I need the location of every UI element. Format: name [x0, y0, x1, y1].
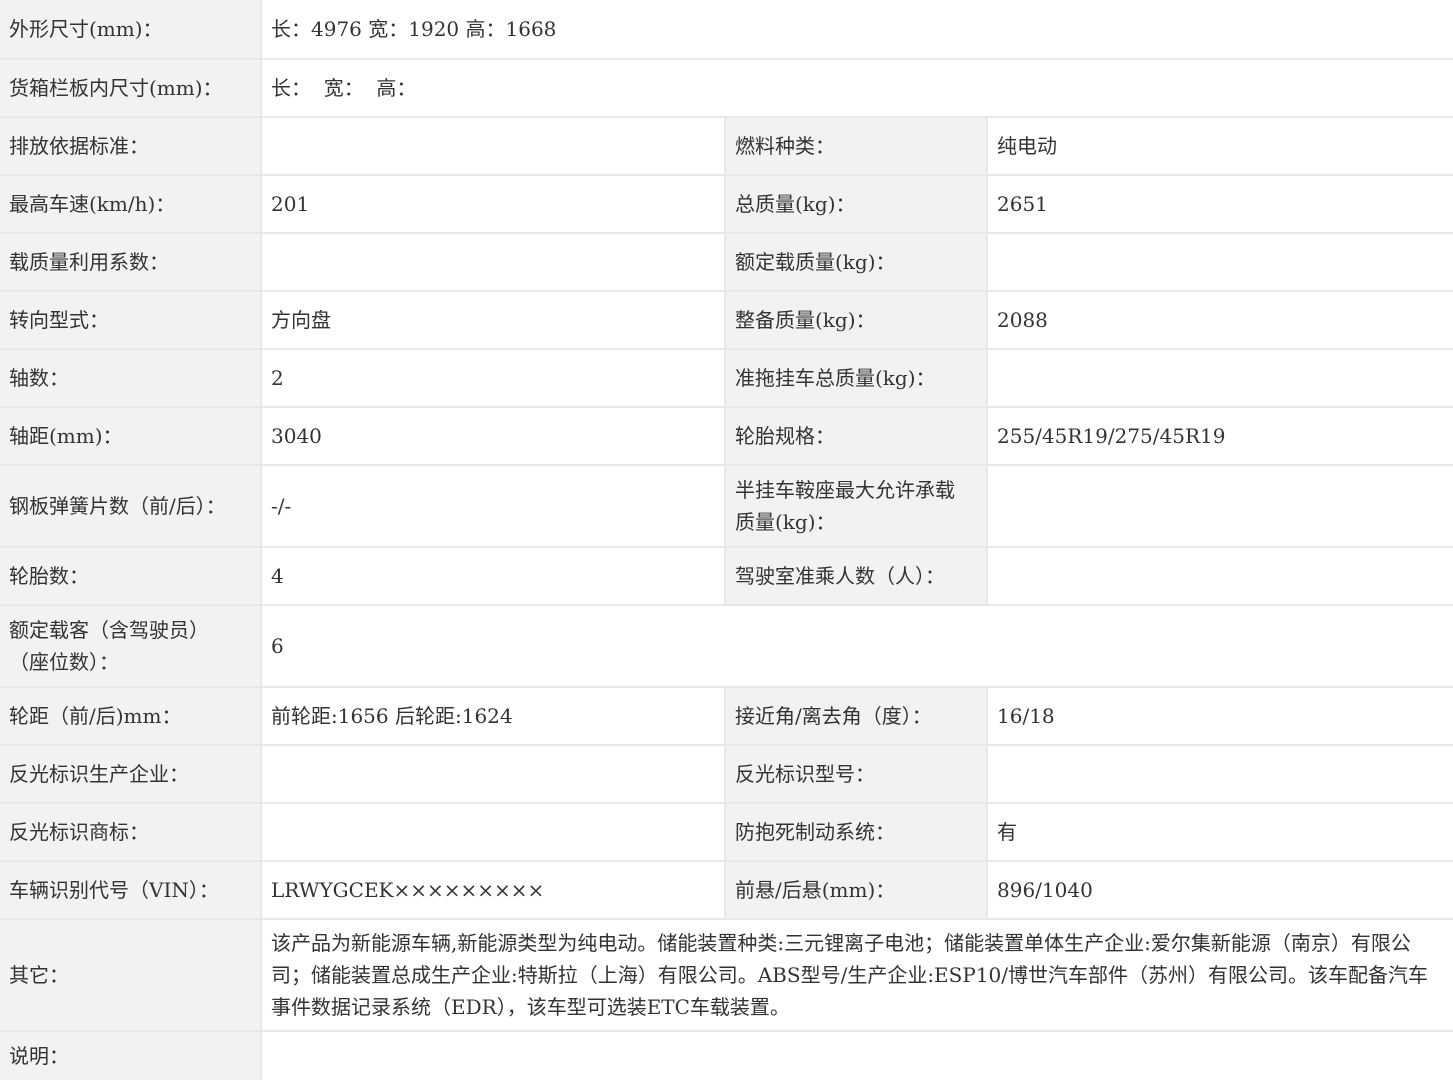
- row-value-2: [988, 234, 1453, 290]
- row-value-2: 纯电动: [988, 118, 1453, 174]
- column-divider: [986, 118, 988, 606]
- row-label: 反光标识生产企业：: [0, 746, 261, 802]
- row-value-2: [988, 466, 1453, 546]
- row-value: -/-: [262, 466, 725, 546]
- table-row: 排放依据标准： 燃料种类： 纯电动: [0, 118, 1453, 176]
- row-label: 最高车速(km/h)：: [0, 176, 261, 232]
- row-value: 长：4976 宽：1920 高：1668: [262, 0, 1453, 58]
- row-label-2: 轮胎规格：: [726, 408, 987, 464]
- row-value-2: 896/1040: [988, 862, 1453, 918]
- table-row: 其它： 该产品为新能源车辆,新能源类型为纯电动。储能装置种类:三元锂离子电池；储…: [0, 920, 1453, 1032]
- table-row: 货箱栏板内尺寸(mm)： 长： 宽： 高：: [0, 60, 1453, 118]
- row-label-2: 燃料种类：: [726, 118, 987, 174]
- table-row: 反光标识生产企业： 反光标识型号：: [0, 746, 1453, 804]
- table-row: 说明：: [0, 1032, 1453, 1080]
- row-label: 转向型式：: [0, 292, 261, 348]
- row-label: 排放依据标准：: [0, 118, 261, 174]
- row-value: [262, 746, 725, 802]
- row-label: 反光标识商标：: [0, 804, 261, 860]
- table-row: 最高车速(km/h)： 201 总质量(kg)： 2651: [0, 176, 1453, 234]
- column-divider: [724, 688, 726, 920]
- row-label-2: 防抱死制动系统：: [726, 804, 987, 860]
- table-row: 轮胎数： 4 驾驶室准乘人数（人）：: [0, 548, 1453, 606]
- row-label: 车辆识别代号（VIN）：: [0, 862, 261, 918]
- row-value: 3040: [262, 408, 725, 464]
- row-value: [262, 234, 725, 290]
- row-value: 4: [262, 548, 725, 604]
- row-label: 钢板弹簧片数（前/后）：: [0, 466, 261, 546]
- table-row: 外形尺寸(mm)： 长：4976 宽：1920 高：1668: [0, 0, 1453, 60]
- row-value: [262, 1032, 1453, 1080]
- table-row: 轴距(mm)： 3040 轮胎规格： 255/45R19/275/45R19: [0, 408, 1453, 466]
- row-label-2: 反光标识型号：: [726, 746, 987, 802]
- row-label: 其它：: [0, 920, 261, 1030]
- row-value-2: 2088: [988, 292, 1453, 348]
- table-row: 钢板弹簧片数（前/后）： -/- 半挂车鞍座最大允许承载质量(kg)：: [0, 466, 1453, 548]
- table-row: 额定载客（含驾驶员）（座位数）： 6: [0, 606, 1453, 688]
- table-row: 反光标识商标： 防抱死制动系统： 有: [0, 804, 1453, 862]
- row-value: 201: [262, 176, 725, 232]
- row-label: 轮距（前/后)mm：: [0, 688, 261, 744]
- row-label-2: 接近角/离去角（度）：: [726, 688, 987, 744]
- row-value-2: [988, 746, 1453, 802]
- row-value: LRWYGCEK×××××××××: [262, 862, 725, 918]
- row-label: 轴距(mm)：: [0, 408, 261, 464]
- row-label-2: 驾驶室准乘人数（人）：: [726, 548, 987, 604]
- row-value-2: 有: [988, 804, 1453, 860]
- row-value-2: 2651: [988, 176, 1453, 232]
- row-label-2: 整备质量(kg)：: [726, 292, 987, 348]
- row-value: 方向盘: [262, 292, 725, 348]
- table-row: 转向型式： 方向盘 整备质量(kg)： 2088: [0, 292, 1453, 350]
- table-row: 车辆识别代号（VIN）： LRWYGCEK××××××××× 前悬/后悬(mm)…: [0, 862, 1453, 920]
- column-divider: [986, 688, 988, 920]
- row-label: 说明：: [0, 1032, 261, 1080]
- row-label: 货箱栏板内尺寸(mm)：: [0, 60, 261, 116]
- table-row: 轮距（前/后)mm： 前轮距:1656 后轮距:1624 接近角/离去角（度）：…: [0, 688, 1453, 746]
- row-value-2: [988, 548, 1453, 604]
- row-label-2: 额定载质量(kg)：: [726, 234, 987, 290]
- row-label: 载质量利用系数：: [0, 234, 261, 290]
- row-label-2: 前悬/后悬(mm)：: [726, 862, 987, 918]
- row-label-2: 准拖挂车总质量(kg)：: [726, 350, 987, 406]
- row-value: [262, 804, 725, 860]
- table-row: 载质量利用系数： 额定载质量(kg)：: [0, 234, 1453, 292]
- row-value-2: [988, 350, 1453, 406]
- row-label: 额定载客（含驾驶员）（座位数）：: [0, 606, 261, 686]
- row-value: 2: [262, 350, 725, 406]
- column-divider: [724, 118, 726, 606]
- row-label: 外形尺寸(mm)：: [0, 0, 261, 58]
- row-value: 6: [262, 606, 1453, 686]
- row-value: 长： 宽： 高：: [262, 60, 1453, 116]
- other-notes: 该产品为新能源车辆,新能源类型为纯电动。储能装置种类:三元锂离子电池；储能装置单…: [262, 920, 1453, 1030]
- column-divider: [260, 0, 262, 1080]
- row-value-2: 16/18: [988, 688, 1453, 744]
- row-value: [262, 118, 725, 174]
- row-value-2: 255/45R19/275/45R19: [988, 408, 1453, 464]
- row-value: 前轮距:1656 后轮距:1624: [262, 688, 725, 744]
- vehicle-spec-table: 外形尺寸(mm)： 长：4976 宽：1920 高：1668 货箱栏板内尺寸(m…: [0, 0, 1453, 1080]
- row-label-2: 总质量(kg)：: [726, 176, 987, 232]
- row-label: 轴数：: [0, 350, 261, 406]
- row-label: 轮胎数：: [0, 548, 261, 604]
- table-row: 轴数： 2 准拖挂车总质量(kg)：: [0, 350, 1453, 408]
- row-label-2: 半挂车鞍座最大允许承载质量(kg)：: [726, 466, 987, 546]
